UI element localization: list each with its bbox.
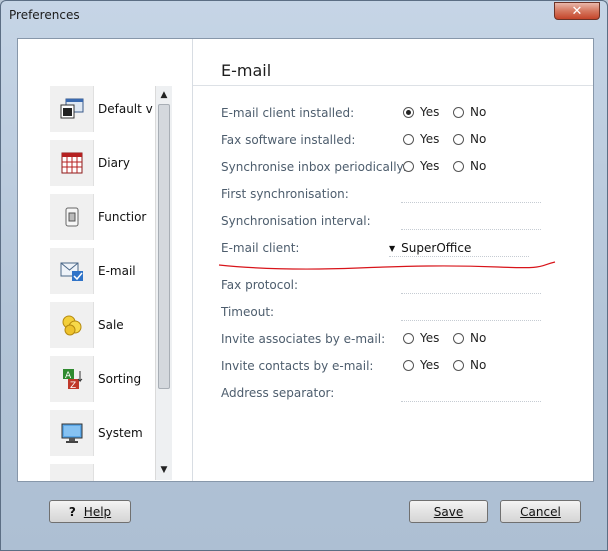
field-label: Address separator: (221, 386, 335, 400)
radio-yes[interactable]: Yes (403, 105, 439, 119)
dropdown-arrow-icon: ▼ (389, 243, 396, 253)
radio-icon (453, 160, 464, 172)
email-client-underline (389, 256, 529, 257)
category-nav: Default v Diary Functior E-mail Sale A Z… (18, 39, 192, 481)
fax-protocol-field[interactable] (401, 293, 541, 294)
nav-label: Default v (98, 102, 153, 116)
email-client-dropdown[interactable]: ▼ SuperOffice (389, 241, 471, 255)
save-label: Save (433, 504, 464, 519)
nav-item-default-values[interactable]: Default v (50, 86, 170, 132)
cancel-label: Cancel (520, 504, 561, 519)
row-sync-inbox: Synchronise inbox periodically: Yes No (221, 158, 581, 178)
field-label: Invite associates by e-mail: (221, 332, 386, 346)
first-sync-field[interactable] (401, 202, 541, 203)
help-button[interactable]: ? Help (49, 500, 131, 523)
nav-item-system[interactable]: System (50, 410, 170, 456)
save-button[interactable]: Save (409, 500, 488, 523)
diary-icon (50, 140, 94, 186)
sync-interval-field[interactable] (401, 229, 541, 230)
field-label: Timeout: (221, 305, 275, 319)
field-label: Synchronise inbox periodically: (221, 160, 407, 174)
system-monitor-icon (50, 410, 94, 456)
nav-label: E-mail (98, 264, 136, 278)
radio-no[interactable]: No (453, 331, 486, 345)
row-email-client: E-mail client: ▼ SuperOffice (221, 239, 581, 259)
nav-item-sale[interactable]: Sale (50, 302, 170, 348)
nav-item-sorting[interactable]: AZ Sorting (50, 356, 170, 402)
row-email-client-installed: E-mail client installed: Yes No (221, 104, 581, 124)
nav-label: Functior (98, 210, 147, 224)
field-label: Invite contacts by e-mail: (221, 359, 374, 373)
sorting-az-icon: AZ (50, 356, 94, 402)
radio-icon (403, 332, 414, 344)
row-address-separator: Address separator: (221, 384, 581, 404)
field-label: Fax software installed: (221, 133, 356, 147)
functions-icon (50, 194, 94, 240)
field-label: Synchronisation interval: (221, 214, 371, 228)
radio-yes[interactable]: Yes (403, 132, 439, 146)
svg-text:Z: Z (70, 381, 76, 390)
field-label: E-mail client installed: (221, 106, 355, 120)
radio-icon (403, 133, 414, 145)
radio-yes[interactable]: Yes (403, 159, 439, 173)
row-first-sync: First synchronisation: (221, 185, 581, 205)
radio-no[interactable]: No (453, 105, 486, 119)
field-label: Fax protocol: (221, 278, 299, 292)
nav-scrollbar[interactable]: ▲ ▼ (155, 86, 172, 480)
cancel-button[interactable]: Cancel (500, 500, 581, 523)
preferences-window: Preferences ✕ Default v Diary Functior E… (0, 0, 608, 551)
nav-label: Sale (98, 318, 124, 332)
row-fax-software-installed: Fax software installed: Yes No (221, 131, 581, 151)
timeout-field[interactable] (401, 320, 541, 321)
dropdown-value: SuperOffice (401, 241, 472, 255)
radio-icon (403, 160, 414, 172)
nav-label: Sorting (98, 372, 142, 386)
page-title: E-mail (221, 61, 272, 80)
dialog-body: Default v Diary Functior E-mail Sale A Z… (17, 38, 594, 482)
nav-item-diary[interactable]: Diary (50, 140, 170, 186)
nav-item-functions[interactable]: Functior (50, 194, 170, 240)
scroll-thumb[interactable] (158, 104, 170, 389)
nav-item-partial[interactable] (50, 464, 170, 481)
settings-panel: E-mail E-mail client installed: Yes No F… (193, 39, 593, 481)
dialog-footer: ? Help Save Cancel (17, 493, 594, 537)
radio-no[interactable]: No (453, 358, 486, 372)
radio-icon (453, 359, 464, 371)
row-invite-contacts: Invite contacts by e-mail: Yes No (221, 357, 581, 377)
scroll-down-icon[interactable]: ▼ (156, 462, 172, 478)
nav-label: System (98, 426, 143, 440)
radio-yes[interactable]: Yes (403, 358, 439, 372)
close-icon: ✕ (571, 3, 583, 19)
nav-item-email[interactable]: E-mail (50, 248, 170, 294)
radio-icon (403, 359, 414, 371)
radio-icon (453, 332, 464, 344)
row-fax-protocol: Fax protocol: (221, 276, 581, 296)
radio-selected-icon (403, 106, 414, 118)
default-values-icon (50, 86, 94, 132)
partial-icon (50, 464, 94, 481)
window-title: Preferences (9, 8, 80, 22)
row-sync-interval: Synchronisation interval: (221, 212, 581, 232)
close-button[interactable]: ✕ (554, 2, 600, 20)
radio-icon (453, 106, 464, 118)
nav-label: Diary (98, 156, 130, 170)
row-timeout: Timeout: (221, 303, 581, 323)
sale-coins-icon (50, 302, 94, 348)
scroll-up-icon[interactable]: ▲ (156, 87, 172, 103)
radio-yes[interactable]: Yes (403, 331, 439, 345)
email-icon (50, 248, 94, 294)
help-icon: ? (68, 504, 76, 519)
panel-header: E-mail (193, 39, 593, 86)
radio-no[interactable]: No (453, 132, 486, 146)
radio-icon (453, 133, 464, 145)
field-label: First synchronisation: (221, 187, 349, 201)
address-separator-field[interactable] (401, 401, 541, 402)
row-invite-associates: Invite associates by e-mail: Yes No (221, 330, 581, 350)
radio-no[interactable]: No (453, 159, 486, 173)
field-label: E-mail client: (221, 241, 300, 255)
help-label: Help (83, 504, 112, 519)
